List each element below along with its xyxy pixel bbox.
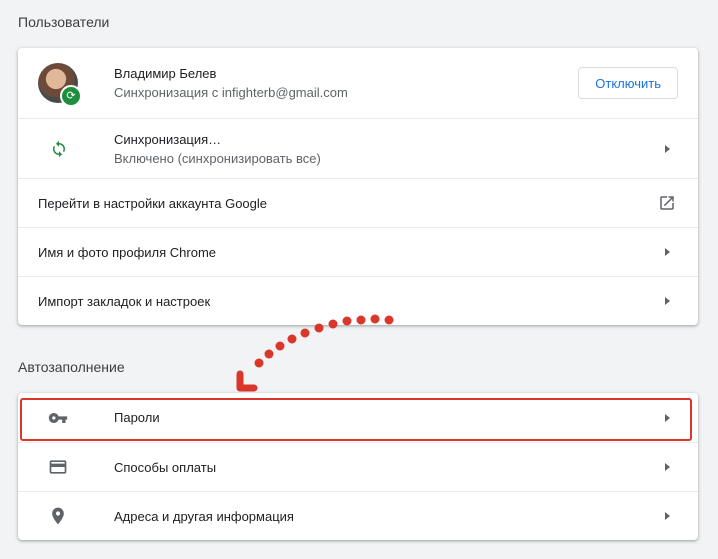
location-pin-icon — [52, 507, 64, 525]
users-section-title: Пользователи — [18, 14, 110, 30]
autofill-card: Пароли Способы оплаты Адреса и другая ин… — [18, 393, 698, 540]
sync-email: Синхронизация с infighterb@gmail.com — [114, 85, 348, 100]
avatar: ⟳ — [38, 63, 82, 107]
open-in-new-icon — [660, 196, 674, 210]
credit-card-icon — [49, 460, 67, 474]
passwords-label: Пароли — [114, 410, 160, 425]
addresses-row[interactable]: Адреса и другая информация — [18, 491, 698, 540]
payment-methods-label: Способы оплаты — [114, 459, 217, 475]
chevron-right-icon — [665, 512, 670, 520]
addresses-label: Адреса и другая информация — [114, 508, 294, 524]
sync-badge-icon: ⟳ — [60, 85, 82, 107]
sync-title: Синхронизация… — [114, 131, 222, 147]
sync-status: Включено (синхронизировать все) — [114, 150, 321, 166]
import-bookmarks-label: Импорт закладок и настроек — [38, 293, 211, 309]
users-card: ⟳ Владимир Белев Синхронизация с infight… — [18, 48, 698, 325]
chevron-right-icon — [665, 297, 670, 305]
payment-methods-row[interactable]: Способы оплаты — [18, 442, 698, 491]
autofill-section-title: Автозаполнение — [18, 359, 125, 375]
passwords-row[interactable]: Пароли — [18, 393, 698, 442]
key-icon — [48, 412, 68, 423]
disconnect-button[interactable]: Отключить — [578, 67, 678, 99]
google-account-settings-row[interactable]: Перейти в настройки аккаунта Google — [18, 178, 698, 227]
chrome-profile-row[interactable]: Имя и фото профиля Chrome — [18, 227, 698, 276]
chrome-profile-label: Имя и фото профиля Chrome — [38, 244, 217, 260]
chevron-right-icon — [665, 413, 670, 422]
chevron-right-icon — [665, 463, 670, 471]
account-name: Владимир Белев — [114, 66, 217, 81]
chevron-right-icon — [665, 144, 670, 153]
account-row: ⟳ Владимир Белев Синхронизация с infight… — [18, 48, 698, 118]
chevron-right-icon — [665, 248, 670, 256]
sync-icon — [53, 140, 65, 157]
sync-row[interactable]: Синхронизация… Включено (синхронизироват… — [18, 118, 698, 178]
import-bookmarks-row[interactable]: Импорт закладок и настроек — [18, 276, 698, 325]
google-account-settings-label: Перейти в настройки аккаунта Google — [38, 195, 268, 211]
